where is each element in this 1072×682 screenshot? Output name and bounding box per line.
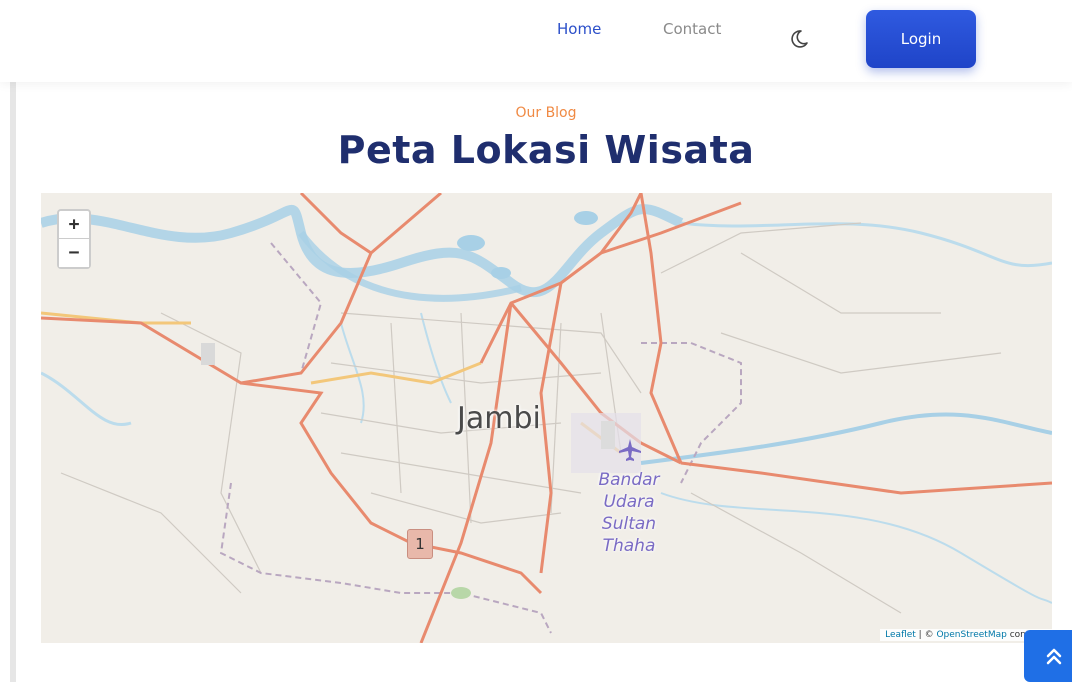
openstreetmap-link[interactable]: OpenStreetMap [936,630,1006,640]
login-button[interactable]: Login [866,10,976,68]
airport-label-line: Udara [603,492,655,512]
airplane-icon [617,437,643,463]
map-city-label: Jambi [457,401,541,436]
page-title: Peta Lokasi Wisata [337,128,755,172]
airport-label-line: Thaha [602,536,656,556]
navbar: Home Contact Login [0,0,1072,82]
double-chevron-up-icon [1046,648,1062,665]
airport-label-line: Bandar [598,470,660,490]
moon-icon[interactable] [788,28,810,50]
road-number-shield: 1 [407,529,433,559]
zoom-out-button[interactable]: − [59,239,89,267]
nav-link-contact[interactable]: Contact [663,20,721,38]
airport-label: Bandar Udara Sultan Thaha [589,469,669,557]
airport-label-line: Sultan [601,514,657,534]
leaflet-link[interactable]: Leaflet [885,630,916,640]
zoom-in-button[interactable]: + [59,211,89,239]
attribution-separator: | © [915,630,937,640]
zoom-control: + − [57,209,91,269]
nav-link-home[interactable]: Home [557,20,601,38]
content-border [10,82,16,682]
map-container[interactable]: + − Jambi Bandar Udara Sultan Thaha 1 Le… [41,193,1052,643]
back-to-top-button[interactable] [1024,630,1072,682]
page: Home Contact Login Our Blog Peta Lokasi … [0,0,1072,682]
map-tiles [41,193,1052,643]
section-eyebrow: Our Blog [515,105,577,121]
